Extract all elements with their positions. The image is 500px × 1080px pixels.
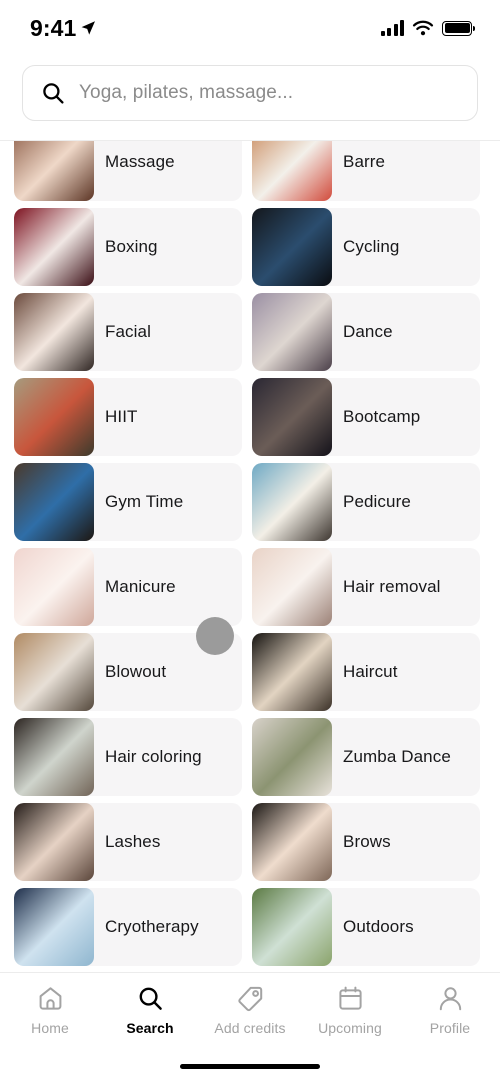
status-bar-left: 9:41	[30, 15, 97, 42]
facial-thumbnail	[14, 293, 94, 371]
category-grid-scroll[interactable]: Massage Barre Boxing Cycling Facial Dance HIIT…	[0, 141, 500, 973]
category-label: Zumba Dance	[343, 746, 451, 766]
massage-thumbnail	[14, 141, 94, 201]
calendar-icon	[337, 985, 364, 1012]
touch-pointer	[196, 617, 234, 655]
app-screen: 9:41 Yoga, pilates, massage... Massage B…	[0, 0, 500, 1080]
status-bar-right	[380, 20, 475, 36]
category-card[interactable]: Cycling	[252, 208, 480, 286]
tab-upcoming[interactable]: Upcoming	[300, 973, 400, 1036]
category-label: Blowout	[105, 661, 167, 681]
search-header: Yoga, pilates, massage...	[0, 56, 500, 141]
category-label: Lashes	[105, 831, 161, 851]
category-card[interactable]: Hair coloring	[14, 718, 242, 796]
gym-time-thumbnail	[14, 463, 94, 541]
category-grid: Massage Barre Boxing Cycling Facial Dance HIIT…	[0, 141, 500, 966]
haircut-thumbnail	[252, 633, 332, 711]
category-card[interactable]: Gym Time	[14, 463, 242, 541]
tab-label: Profile	[429, 1020, 471, 1036]
category-card[interactable]: Cryotherapy	[14, 888, 242, 966]
category-card[interactable]: Zumba Dance	[252, 718, 480, 796]
category-card[interactable]: Massage	[14, 141, 242, 201]
cellular-signal-icon	[380, 20, 404, 36]
tab-label: Add credits	[214, 1020, 286, 1036]
outdoors-thumbnail	[252, 888, 332, 966]
category-label: Hair coloring	[105, 746, 202, 766]
category-label: Manicure	[105, 576, 176, 596]
search-icon	[43, 83, 64, 104]
category-card[interactable]: Lashes	[14, 803, 242, 881]
category-label: Cycling	[343, 236, 400, 256]
category-label: Facial	[105, 321, 151, 341]
category-label: Boxing	[105, 236, 158, 256]
tag-icon	[237, 985, 264, 1012]
search-placeholder: Yoga, pilates, massage...	[79, 82, 294, 103]
category-card[interactable]: Haircut	[252, 633, 480, 711]
tab-label: Upcoming	[318, 1020, 382, 1036]
tab-label: Search	[126, 1020, 174, 1036]
home-icon	[37, 985, 64, 1012]
tab-home[interactable]: Home	[0, 973, 100, 1036]
category-card[interactable]: Barre	[252, 141, 480, 201]
tab-profile[interactable]: Profile	[400, 973, 500, 1036]
category-label: Pedicure	[343, 491, 411, 511]
person-icon	[437, 985, 464, 1012]
bootcamp-thumbnail	[252, 378, 332, 456]
category-label: Haircut	[343, 661, 398, 681]
location-arrow-icon	[82, 21, 96, 35]
category-card[interactable]: Brows	[252, 803, 480, 881]
category-card[interactable]: HIIT	[14, 378, 242, 456]
cycling-thumbnail	[252, 208, 332, 286]
category-label: Hair removal	[343, 576, 441, 596]
wifi-icon	[412, 20, 434, 36]
category-label: Cryotherapy	[105, 916, 199, 936]
status-time: 9:41	[30, 14, 77, 41]
category-card[interactable]: Facial	[14, 293, 242, 371]
barre-thumbnail	[252, 141, 332, 201]
cryotherapy-thumbnail	[14, 888, 94, 966]
category-card[interactable]: Outdoors	[252, 888, 480, 966]
brows-thumbnail	[252, 803, 332, 881]
category-card[interactable]: Boxing	[14, 208, 242, 286]
status-bar: 9:41	[0, 0, 500, 56]
hiit-thumbnail	[14, 378, 94, 456]
blowout-thumbnail	[14, 633, 94, 711]
tab-label: Home	[31, 1020, 69, 1036]
category-label: Dance	[343, 321, 393, 341]
zumba-dance-thumbnail	[252, 718, 332, 796]
category-label: Outdoors	[343, 916, 414, 936]
pedicure-thumbnail	[252, 463, 332, 541]
lashes-thumbnail	[14, 803, 94, 881]
hair-removal-thumbnail	[252, 548, 332, 626]
category-label: Gym Time	[105, 491, 184, 511]
home-indicator	[180, 1064, 320, 1069]
tab-search[interactable]: Search	[100, 973, 200, 1036]
search-icon	[137, 985, 164, 1012]
category-card[interactable]: Pedicure	[252, 463, 480, 541]
boxing-thumbnail	[14, 208, 94, 286]
category-card[interactable]: Manicure	[14, 548, 242, 626]
category-label: HIIT	[105, 406, 138, 426]
manicure-thumbnail	[14, 548, 94, 626]
category-label: Bootcamp	[343, 406, 421, 426]
dance-thumbnail	[252, 293, 332, 371]
battery-full-icon	[442, 20, 475, 36]
category-label: Massage	[105, 151, 175, 171]
search-input[interactable]: Yoga, pilates, massage...	[22, 65, 478, 121]
category-label: Brows	[343, 831, 391, 851]
category-card[interactable]: Dance	[252, 293, 480, 371]
category-card[interactable]: Hair removal	[252, 548, 480, 626]
category-label: Barre	[343, 151, 386, 171]
hair-coloring-thumbnail	[14, 718, 94, 796]
category-card[interactable]: Bootcamp	[252, 378, 480, 456]
tab-add-credits[interactable]: Add credits	[200, 973, 300, 1036]
